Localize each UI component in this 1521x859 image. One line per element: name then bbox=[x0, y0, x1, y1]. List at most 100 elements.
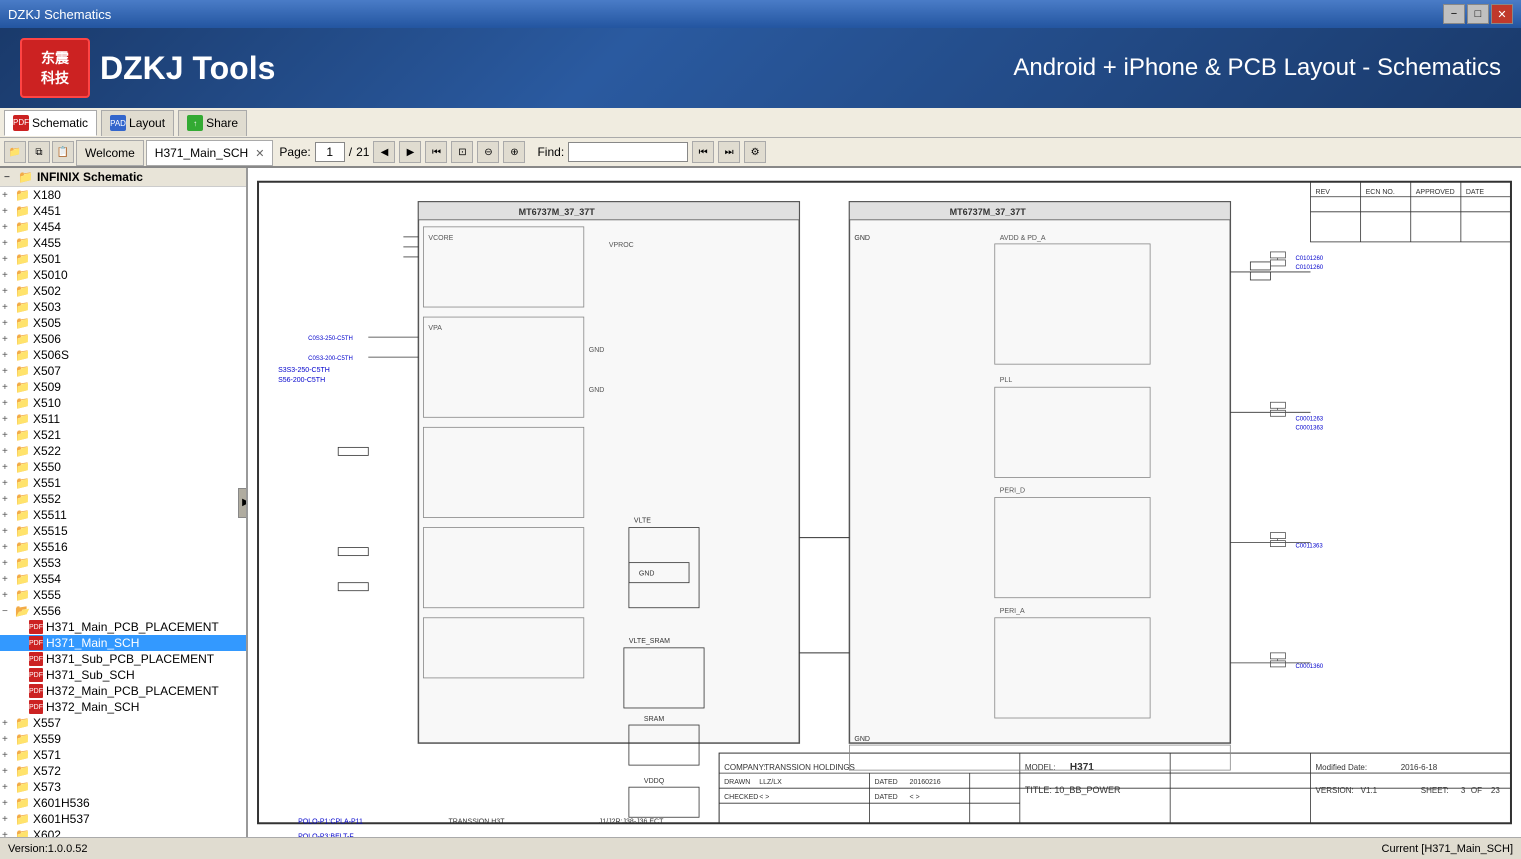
sidebar-item-x572[interactable]: +📁X572 bbox=[0, 763, 246, 779]
sidebar-item-x602[interactable]: +📁X602 bbox=[0, 827, 246, 837]
sidebar-item-x455[interactable]: +📁X455 bbox=[0, 235, 246, 251]
sidebar-collapse-btn[interactable]: ▶ bbox=[238, 488, 248, 518]
folder-icon: 📁 bbox=[15, 748, 30, 762]
sidebar-item-x554[interactable]: +📁X554 bbox=[0, 571, 246, 587]
sidebar-item-x507[interactable]: +📁X507 bbox=[0, 363, 246, 379]
nav-zoom-in-btn[interactable]: ⊕ bbox=[503, 141, 525, 163]
sidebar-item-x521[interactable]: +📁X521 bbox=[0, 427, 246, 443]
sidebar-item-h371_sub_pcb[interactable]: PDFH371_Sub_PCB_PLACEMENT bbox=[0, 651, 246, 667]
sidebar-item-x550[interactable]: +📁X550 bbox=[0, 459, 246, 475]
sidebar-item-x553[interactable]: +📁X553 bbox=[0, 555, 246, 571]
sidebar-item-x5515[interactable]: +📁X5515 bbox=[0, 523, 246, 539]
svg-text:SRAM: SRAM bbox=[644, 716, 664, 723]
sidebar-item-x505[interactable]: +📁X505 bbox=[0, 315, 246, 331]
folder-icon: 📁 bbox=[15, 428, 30, 442]
sidebar-item-x5516[interactable]: +📁X5516 bbox=[0, 539, 246, 555]
sidebar-item-h371_sub_sch[interactable]: PDFH371_Sub_SCH bbox=[0, 667, 246, 683]
close-button[interactable]: ✕ bbox=[1491, 4, 1513, 24]
schematic-area[interactable]: COMPANY: TRANSSION HOLDINGS MODEL: H371 … bbox=[248, 168, 1521, 837]
folder-icon: 📁 bbox=[15, 364, 30, 378]
sidebar-item-x551[interactable]: +📁X551 bbox=[0, 475, 246, 491]
sidebar-item-x502[interactable]: +📁X502 bbox=[0, 283, 246, 299]
sidebar-item-x506s[interactable]: +📁X506S bbox=[0, 347, 246, 363]
svg-text:C0S3-250-C5TH: C0S3-250-C5TH bbox=[308, 336, 353, 342]
page-input[interactable] bbox=[315, 142, 345, 162]
navbar: 📁 ⧉ 📋 Welcome H371_Main_SCH ✕ Page: / 21… bbox=[0, 138, 1521, 168]
sidebar-item-h371_main_pcb[interactable]: PDFH371_Main_PCB_PLACEMENT bbox=[0, 619, 246, 635]
sidebar-item-x509[interactable]: +📁X509 bbox=[0, 379, 246, 395]
sidebar-item-x511[interactable]: +📁X511 bbox=[0, 411, 246, 427]
svg-text:POLO-P1:CPLA-P11: POLO-P1:CPLA-P11 bbox=[298, 818, 363, 825]
nav-folder-btn[interactable]: 📁 bbox=[4, 141, 26, 163]
tab-welcome[interactable]: Welcome bbox=[76, 140, 144, 166]
sidebar-item-x501[interactable]: +📁X501 bbox=[0, 251, 246, 267]
tab-schematic[interactable]: PDF Schematic bbox=[4, 110, 97, 136]
nav-find-next-btn[interactable]: ⏭ bbox=[718, 141, 740, 163]
item-label: X556 bbox=[33, 604, 61, 618]
sidebar-item-x557[interactable]: +📁X557 bbox=[0, 715, 246, 731]
sidebar-item-x506[interactable]: +📁X506 bbox=[0, 331, 246, 347]
sidebar-item-x522[interactable]: +📁X522 bbox=[0, 443, 246, 459]
tab-layout[interactable]: PAD Layout bbox=[101, 110, 174, 136]
sidebar-item-h372_main_sch[interactable]: PDFH372_Main_SCH bbox=[0, 699, 246, 715]
folder-icon: 📁 bbox=[15, 540, 30, 554]
nav-first-btn[interactable]: ⏮ bbox=[425, 141, 447, 163]
current-file-label: Current [H371_Main_SCH] bbox=[1382, 843, 1513, 855]
tab-share[interactable]: ↑ Share bbox=[178, 110, 247, 136]
item-label: X451 bbox=[33, 204, 61, 218]
find-input[interactable] bbox=[568, 142, 688, 162]
maximize-button[interactable]: □ bbox=[1467, 4, 1489, 24]
nav-find-prev-btn[interactable]: ⏮ bbox=[692, 141, 714, 163]
expand-icon: + bbox=[2, 270, 12, 281]
sidebar-item-x552[interactable]: +📁X552 bbox=[0, 491, 246, 507]
nav-zoom-out-btn[interactable]: ⊖ bbox=[477, 141, 499, 163]
sidebar-item-x503[interactable]: +📁X503 bbox=[0, 299, 246, 315]
svg-text:< >: < > bbox=[910, 794, 920, 801]
svg-text:ECN NO.: ECN NO. bbox=[1366, 189, 1395, 196]
sidebar-item-x451[interactable]: +📁X451 bbox=[0, 203, 246, 219]
main-area: − 📁 INFINIX Schematic +📁X180+📁X451+📁X454… bbox=[0, 168, 1521, 837]
expand-icon: + bbox=[2, 478, 12, 489]
folder-icon: 📁 bbox=[15, 796, 30, 810]
tab-close-btn[interactable]: ✕ bbox=[255, 147, 264, 160]
item-label: X552 bbox=[33, 492, 61, 506]
sidebar-item-x601h536[interactable]: +📁X601H536 bbox=[0, 795, 246, 811]
sidebar-item-x5010[interactable]: +📁X5010 bbox=[0, 267, 246, 283]
tab-h371-main-sch[interactable]: H371_Main_SCH ✕ bbox=[146, 140, 274, 166]
nav-fit-btn[interactable]: ⊡ bbox=[451, 141, 473, 163]
sidebar-item-x556[interactable]: −📂X556 bbox=[0, 603, 246, 619]
nav-settings-btn[interactable]: ⚙ bbox=[744, 141, 766, 163]
nav-next-btn[interactable]: ▶ bbox=[399, 141, 421, 163]
pdf-icon: PDF bbox=[29, 652, 43, 666]
item-label: X601H536 bbox=[33, 796, 90, 810]
svg-text:DATED: DATED bbox=[874, 779, 897, 786]
sidebar-item-x559[interactable]: +📁X559 bbox=[0, 731, 246, 747]
item-label: X5511 bbox=[33, 508, 67, 522]
sidebar-tree[interactable]: +📁X180+📁X451+📁X454+📁X455+📁X501+📁X5010+📁X… bbox=[0, 187, 246, 837]
sidebar-item-x571[interactable]: +📁X571 bbox=[0, 747, 246, 763]
sidebar-item-x555[interactable]: +📁X555 bbox=[0, 587, 246, 603]
sidebar-item-h372_main_pcb[interactable]: PDFH372_Main_PCB_PLACEMENT bbox=[0, 683, 246, 699]
pads-icon: PAD bbox=[110, 115, 126, 131]
folder-icon: 📁 bbox=[15, 812, 30, 826]
sidebar-item-h371_main_sch[interactable]: PDFH371_Main_SCH bbox=[0, 635, 246, 651]
sidebar-item-x5511[interactable]: +📁X5511 bbox=[0, 507, 246, 523]
sidebar-item-x510[interactable]: +📁X510 bbox=[0, 395, 246, 411]
folder-icon: 📁 bbox=[15, 188, 30, 202]
sidebar-item-x573[interactable]: +📁X573 bbox=[0, 779, 246, 795]
nav-paste-btn[interactable]: 📋 bbox=[52, 141, 74, 163]
expand-icon: − bbox=[2, 606, 12, 617]
nav-copy-btn[interactable]: ⧉ bbox=[28, 141, 50, 163]
minimize-button[interactable]: − bbox=[1443, 4, 1465, 24]
sidebar-item-x601h537[interactable]: +📁X601H537 bbox=[0, 811, 246, 827]
svg-text:AVDD & PD_A: AVDD & PD_A bbox=[1000, 235, 1046, 242]
sidebar-item-x180[interactable]: +📁X180 bbox=[0, 187, 246, 203]
item-label: H372_Main_SCH bbox=[46, 700, 139, 714]
svg-text:PLL: PLL bbox=[1000, 377, 1013, 384]
nav-prev-btn[interactable]: ◀ bbox=[373, 141, 395, 163]
pdf-icon: PDF bbox=[29, 620, 43, 634]
sidebar-item-x454[interactable]: +📁X454 bbox=[0, 219, 246, 235]
svg-text:J1/J2R:J38-J36 ECT: J1/J2R:J38-J36 ECT bbox=[599, 818, 664, 825]
svg-text:Modified Date:: Modified Date: bbox=[1316, 763, 1368, 772]
item-label: X557 bbox=[33, 716, 61, 730]
